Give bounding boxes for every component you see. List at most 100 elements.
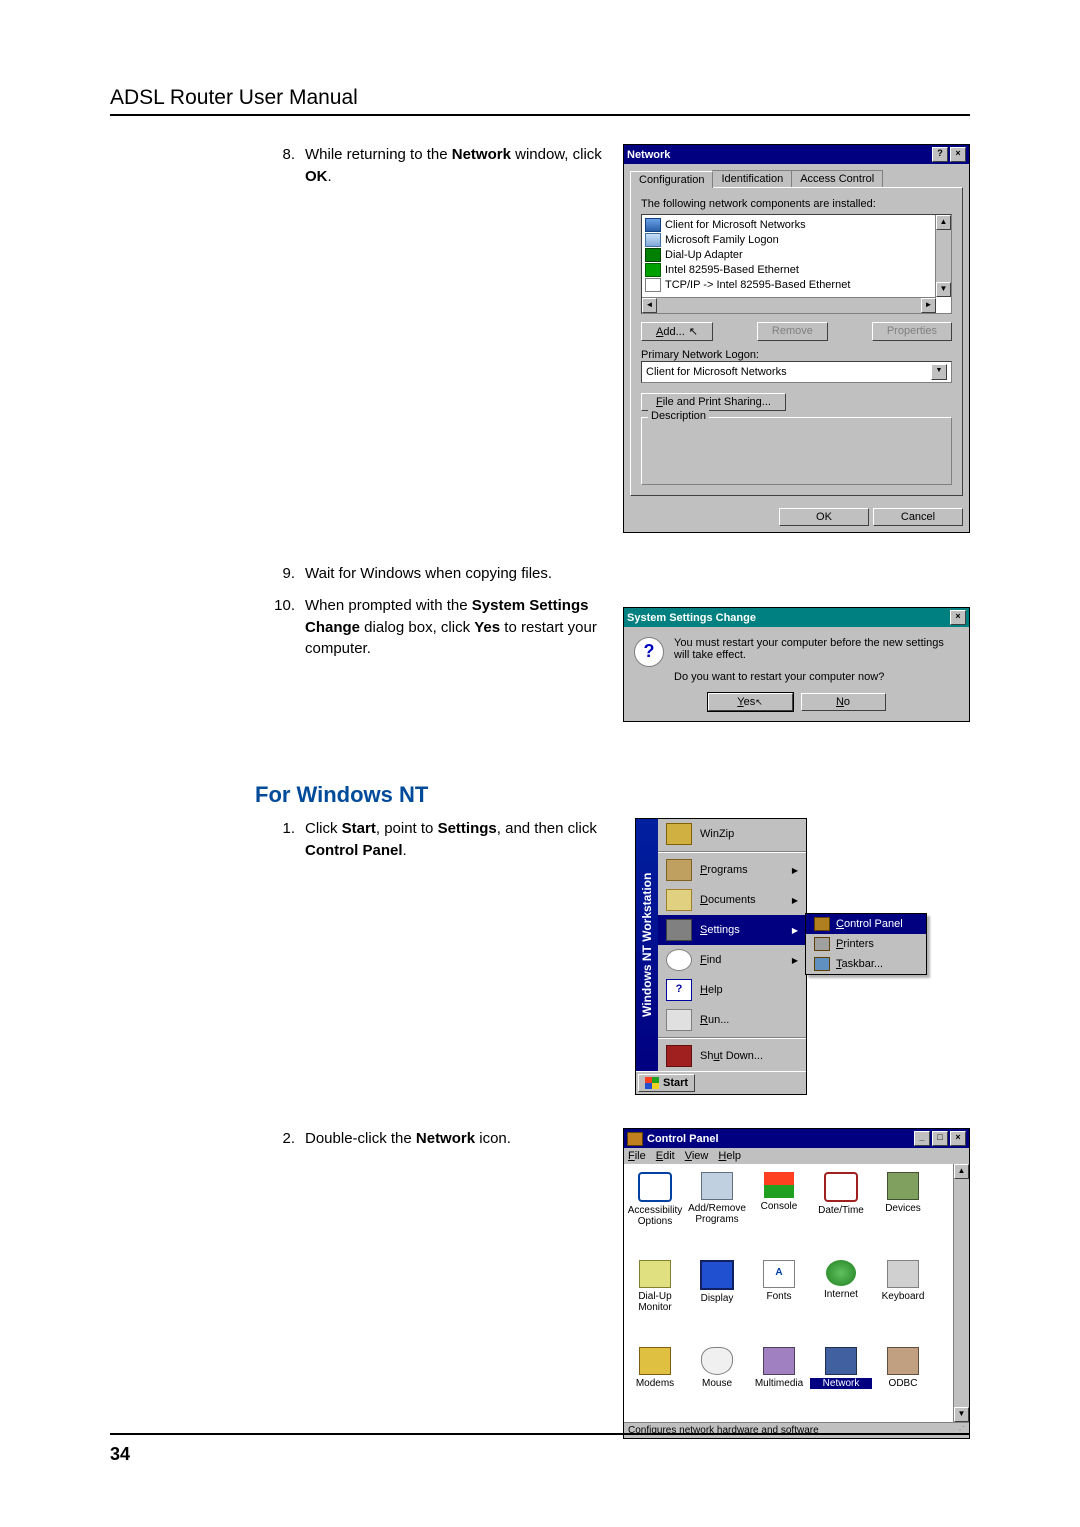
file-print-sharing-button[interactable]: File and Print Sharing...: [641, 393, 786, 411]
menu-edit[interactable]: Edit: [656, 1150, 675, 1162]
cancel-button[interactable]: Cancel: [873, 508, 963, 526]
message-text: You must restart your computer before th…: [674, 637, 959, 661]
step-number: 1.: [255, 818, 305, 862]
menu-item-winzip[interactable]: WinZip: [658, 819, 806, 849]
list-item[interactable]: Dial-Up Adapter: [645, 248, 948, 262]
cp-icon-datetime[interactable]: Date/Time: [810, 1172, 872, 1252]
chevron-right-icon: ▶: [792, 866, 798, 875]
submenu-item-control-panel[interactable]: Control Panel: [806, 914, 926, 934]
menu-file[interactable]: File: [628, 1150, 646, 1162]
scrollbar-vertical[interactable]: ▲ ▼: [953, 1164, 969, 1422]
question-icon: ?: [634, 637, 664, 667]
scroll-left-icon[interactable]: ◄: [642, 298, 657, 313]
page-number: 34: [110, 1444, 130, 1465]
minimize-icon[interactable]: _: [914, 1131, 930, 1146]
cp-icon-odbc[interactable]: ODBC: [872, 1347, 934, 1414]
scrollbar-vertical[interactable]: ▲ ▼: [935, 215, 951, 297]
cp-icon-fonts[interactable]: AFonts: [748, 1260, 810, 1338]
step-number: 10.: [255, 595, 305, 660]
list-item[interactable]: Microsoft Family Logon: [645, 233, 948, 247]
step-nt-2: 2. Double-click the Network icon.: [255, 1128, 623, 1150]
installed-label: The following network components are ins…: [641, 198, 952, 210]
submenu-item-printers[interactable]: Printers: [806, 934, 926, 954]
scrollbar-horizontal[interactable]: ◄ ►: [642, 297, 936, 313]
cp-icon-network[interactable]: Network: [810, 1347, 872, 1414]
cp-icon-multimedia[interactable]: Multimedia: [748, 1347, 810, 1414]
cp-icon-add-remove[interactable]: Add/Remove Programs: [686, 1172, 748, 1252]
keyboard-icon: [887, 1260, 919, 1288]
list-item[interactable]: TCP/IP -> Intel 82595-Based Ethernet: [645, 278, 948, 292]
multimedia-icon: [763, 1347, 795, 1375]
chevron-right-icon: ▶: [792, 956, 798, 965]
footer-rule: [110, 1433, 970, 1435]
tab-configuration[interactable]: Configuration: [630, 171, 713, 188]
dialup-icon: [639, 1260, 671, 1288]
step-text: When prompted with the System Settings C…: [305, 595, 623, 660]
tab-access-control[interactable]: Access Control: [791, 170, 883, 187]
cp-icon-internet[interactable]: Internet: [810, 1260, 872, 1338]
cp-icon-dialup[interactable]: Dial-Up Monitor: [624, 1260, 686, 1338]
start-menu: Windows NT Workstation Windows NT Workst…: [635, 818, 807, 1095]
menu-help[interactable]: Help: [718, 1150, 741, 1162]
cursor-icon: ↖: [755, 697, 763, 707]
message-text: Do you want to restart your computer now…: [674, 671, 959, 683]
menu-item-run[interactable]: Run...: [658, 1005, 806, 1035]
no-button[interactable]: No: [801, 693, 886, 711]
odbc-icon: [887, 1347, 919, 1375]
list-item[interactable]: Intel 82595-Based Ethernet: [645, 263, 948, 277]
cp-icon-display[interactable]: Display: [686, 1260, 748, 1338]
adapter-icon: [645, 248, 661, 262]
menu-item-find[interactable]: Find▶: [658, 945, 806, 975]
dialog-title: System Settings Change: [627, 612, 756, 624]
help-icon[interactable]: ?: [932, 147, 948, 162]
maximize-icon[interactable]: □: [932, 1131, 948, 1146]
find-icon: [666, 949, 692, 971]
chevron-down-icon[interactable]: ▼: [931, 364, 947, 380]
scroll-up-icon[interactable]: ▲: [936, 215, 951, 230]
cp-icon-console[interactable]: Console: [748, 1172, 810, 1252]
cp-icon-modems[interactable]: Modems: [624, 1347, 686, 1414]
list-item[interactable]: Client for Microsoft Networks: [645, 218, 948, 232]
dropdown-value: Client for Microsoft Networks: [646, 366, 787, 378]
primary-logon-label: Primary Network Logon:: [641, 349, 952, 361]
run-icon: [666, 1009, 692, 1031]
ok-button[interactable]: OK: [779, 508, 869, 526]
menu-item-documents[interactable]: Documents▶: [658, 885, 806, 915]
devices-icon: [887, 1172, 919, 1200]
cp-icon-mouse[interactable]: Mouse: [686, 1347, 748, 1414]
page-header: ADSL Router User Manual: [110, 86, 970, 116]
system-settings-change-dialog: System Settings Change × ? You must rest…: [623, 607, 970, 722]
shutdown-icon: [666, 1045, 692, 1067]
taskbar-icon: [814, 957, 830, 971]
scroll-down-icon[interactable]: ▼: [954, 1407, 969, 1422]
cp-icon-accessibility[interactable]: Accessibility Options: [624, 1172, 686, 1252]
submenu-item-taskbar[interactable]: Taskbar...: [806, 954, 926, 974]
start-menu-banner: Windows NT Workstation: [636, 819, 658, 1071]
close-icon[interactable]: ×: [950, 147, 966, 162]
scroll-right-icon[interactable]: ►: [921, 298, 936, 313]
menu-view[interactable]: View: [685, 1150, 709, 1162]
yes-button[interactable]: Yes↖: [708, 693, 793, 711]
title-bar: Network ? ×: [624, 145, 969, 164]
winzip-icon: [666, 823, 692, 845]
menu-item-programs[interactable]: Programs▶: [658, 855, 806, 885]
step-number: 2.: [255, 1128, 305, 1150]
tab-identification[interactable]: Identification: [712, 170, 792, 187]
add-button[interactable]: AAdd...dd...↖: [641, 322, 713, 341]
primary-logon-dropdown[interactable]: Client for Microsoft Networks ▼: [641, 361, 952, 383]
window-title: Control Panel: [647, 1133, 719, 1145]
console-icon: [764, 1172, 794, 1198]
menu-item-settings[interactable]: Settings▶: [658, 915, 806, 945]
start-button[interactable]: Start: [638, 1074, 695, 1092]
components-listbox[interactable]: Client for Microsoft Networks Microsoft …: [641, 214, 952, 314]
step-number: 9.: [255, 563, 305, 585]
close-icon[interactable]: ×: [950, 1131, 966, 1146]
cp-icon-devices[interactable]: Devices: [872, 1172, 934, 1252]
menu-item-shutdown[interactable]: Shut Down...: [658, 1041, 806, 1071]
scroll-down-icon[interactable]: ▼: [936, 282, 951, 297]
close-icon[interactable]: ×: [950, 610, 966, 625]
control-panel-icon: [627, 1132, 643, 1146]
scroll-up-icon[interactable]: ▲: [954, 1164, 969, 1179]
menu-item-help[interactable]: ?Help: [658, 975, 806, 1005]
cp-icon-keyboard[interactable]: Keyboard: [872, 1260, 934, 1338]
